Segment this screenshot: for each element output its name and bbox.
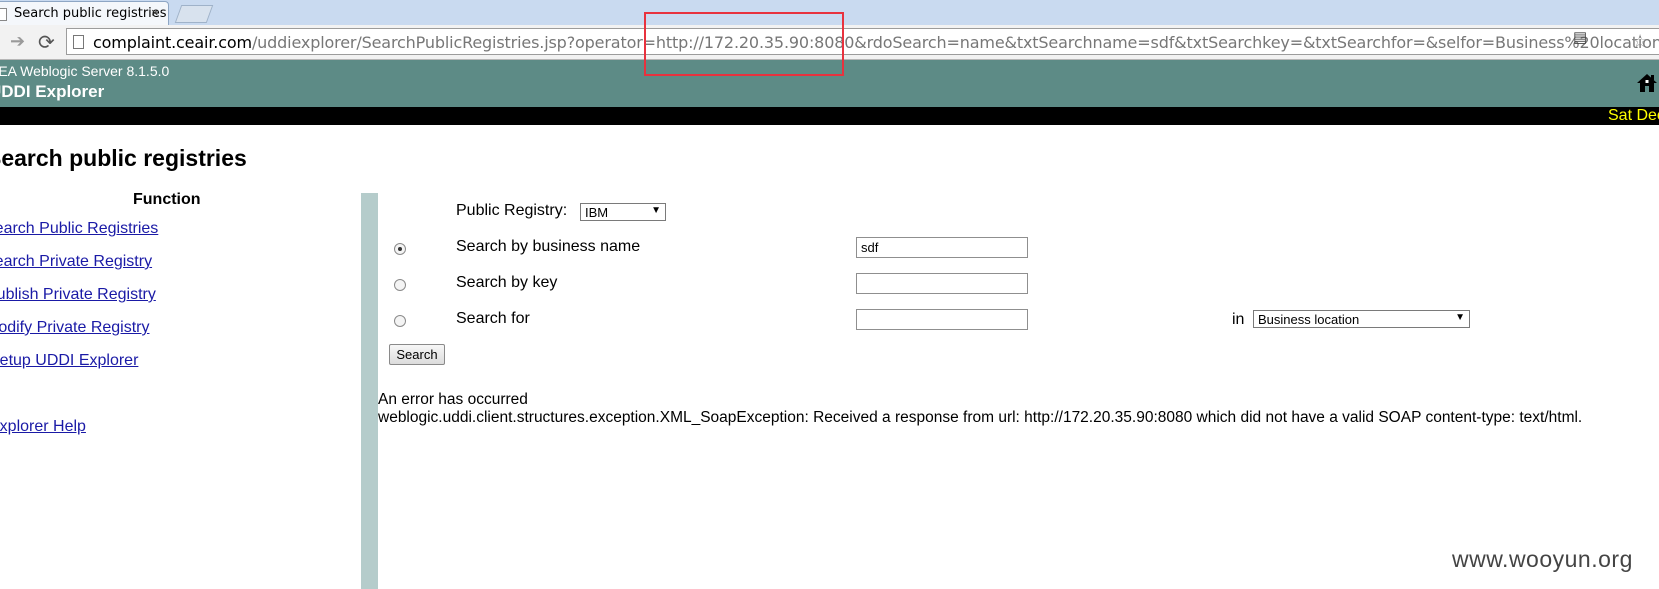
tab-title: Search public registries bbox=[14, 6, 167, 21]
bookmark-star-icon[interactable]: ☆ bbox=[1632, 31, 1648, 52]
dropdown-arrow-icon: ▼ bbox=[651, 205, 661, 216]
link-search-public-registries[interactable]: Search Public Registries bbox=[0, 220, 158, 238]
annotation-highlight-box bbox=[644, 12, 844, 76]
reload-icon[interactable]: ⟳ bbox=[38, 30, 55, 55]
page-action-icon[interactable]: ▤ bbox=[1573, 28, 1587, 46]
link-setup-uddi-explorer[interactable]: Setup UDDI Explorer bbox=[0, 352, 138, 370]
watermark: www.wooyun.org bbox=[1452, 546, 1633, 572]
search-name-input[interactable] bbox=[856, 237, 1028, 258]
url-text[interactable]: complaint.ceair.com/uddiexplorer/SearchP… bbox=[93, 33, 1659, 52]
url-domain: complaint.ceair.com bbox=[93, 33, 252, 52]
radio-search-for[interactable] bbox=[394, 315, 406, 327]
search-for-location-value: Business location bbox=[1258, 312, 1360, 327]
search-button[interactable]: Search bbox=[389, 344, 445, 365]
link-publish-private-registry[interactable]: Publish Private Registry bbox=[0, 286, 156, 304]
error-message: weblogic.uddi.client.structures.exceptio… bbox=[378, 409, 1583, 426]
search-for-input[interactable] bbox=[856, 309, 1028, 330]
in-label: in bbox=[1232, 311, 1245, 328]
function-heading: Function bbox=[133, 191, 201, 208]
home-icon[interactable] bbox=[1636, 72, 1658, 94]
search-by-key-label: Search by key bbox=[456, 274, 558, 291]
public-registry-value: IBM bbox=[585, 205, 609, 220]
tab-close-icon[interactable]: × bbox=[151, 5, 159, 20]
current-date: Sat Dec bbox=[1608, 107, 1659, 124]
date-bar: Sat Dec bbox=[0, 107, 1659, 125]
forward-arrow-icon[interactable]: ➔ bbox=[10, 31, 25, 52]
search-for-location-select[interactable]: Business location ▼ bbox=[1253, 310, 1470, 328]
public-registry-label: Public Registry: bbox=[456, 202, 568, 219]
error-title: An error has occurred bbox=[378, 391, 528, 408]
dropdown-arrow-icon: ▼ bbox=[1455, 312, 1465, 323]
address-bar[interactable]: complaint.ceair.com/uddiexplorer/SearchP… bbox=[66, 28, 1659, 55]
radio-search-by-key[interactable] bbox=[394, 279, 406, 291]
content-divider bbox=[361, 193, 378, 589]
page-title: Search public registries bbox=[0, 145, 247, 171]
link-explorer-help[interactable]: Explorer Help bbox=[0, 418, 86, 436]
link-modify-private-registry[interactable]: Modify Private Registry bbox=[0, 319, 150, 337]
search-key-input[interactable] bbox=[856, 273, 1028, 294]
product-name: BEA Weblogic Server 8.1.5.0 bbox=[0, 63, 170, 79]
search-for-label: Search for bbox=[456, 310, 530, 327]
public-registry-select[interactable]: IBM ▼ bbox=[580, 203, 666, 221]
radio-search-by-name[interactable] bbox=[394, 243, 406, 255]
link-search-private-registry[interactable]: Search Private Registry bbox=[0, 253, 152, 271]
search-by-name-label: Search by business name bbox=[456, 238, 641, 255]
page-favicon-icon bbox=[0, 8, 7, 21]
page-icon bbox=[73, 35, 84, 49]
app-name: UDDI Explorer bbox=[0, 82, 105, 101]
new-tab-button[interactable] bbox=[174, 5, 214, 23]
url-path: /uddiexplorer/SearchPublicRegistries.jsp… bbox=[251, 33, 1659, 52]
browser-tab[interactable]: Search public registries × bbox=[0, 1, 169, 25]
